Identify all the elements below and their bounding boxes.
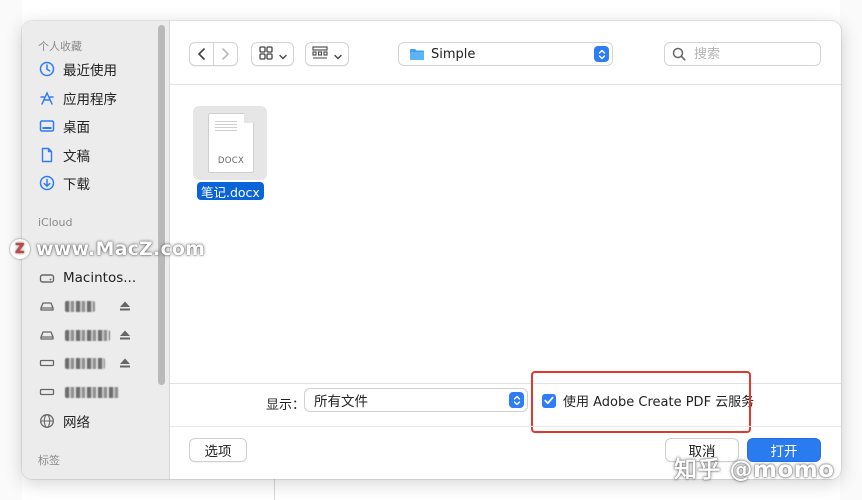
- download-icon: [38, 174, 56, 192]
- clock-icon: [38, 60, 56, 78]
- sidebar-item-applications[interactable]: 应用程序: [38, 87, 156, 109]
- chevron-down-icon: [278, 45, 287, 64]
- show-label: 显示：: [266, 398, 306, 413]
- file-type-value: 所有文件: [314, 394, 368, 410]
- watermark-text: www.MacZ.com: [36, 238, 206, 260]
- file-extension: DOCX: [217, 156, 245, 166]
- annotation-highlight-box: [531, 371, 751, 433]
- sidebar-item-label: 文稿: [63, 149, 90, 165]
- grid-view-icon: [258, 45, 273, 64]
- location-popup[interactable]: Simple: [398, 42, 613, 66]
- sidebar-item-macintosh-hd[interactable]: Macintos...: [38, 267, 156, 289]
- page-lines: [215, 121, 237, 131]
- background-divider: [274, 478, 275, 500]
- eject-icon[interactable]: [119, 357, 131, 369]
- options-button[interactable]: 选项: [189, 438, 247, 462]
- watermark-zhihu: 知乎 @momo: [674, 457, 835, 483]
- sidebar-item-network[interactable]: 网络: [38, 410, 156, 432]
- blurred-drive-name: [65, 386, 119, 398]
- nav-back-forward: [189, 42, 238, 66]
- disk-icon: [38, 354, 56, 372]
- search-icon: [672, 47, 686, 61]
- applications-icon: [38, 89, 56, 107]
- sidebar-item-downloads[interactable]: 下载: [38, 172, 156, 194]
- chevron-right-icon[interactable]: [214, 48, 237, 60]
- desktop-icon: [38, 117, 56, 135]
- docx-file-icon[interactable]: DOCX: [208, 113, 254, 173]
- drive-icon: [38, 269, 56, 287]
- group-icon: [312, 45, 328, 64]
- sidebar-item-recents[interactable]: 最近使用: [38, 58, 156, 80]
- chevron-down-icon: [334, 45, 342, 64]
- search-input[interactable]: [692, 45, 806, 63]
- sidebar-item-label: 应用程序: [63, 92, 117, 108]
- background-strip-right: [840, 0, 862, 500]
- sidebar-item-label: 网络: [63, 415, 90, 431]
- sidebar-section-tags: 标签: [38, 454, 60, 467]
- watermark-macz: Z www.MacZ.com: [10, 238, 205, 260]
- sidebar-item-desktop[interactable]: 桌面: [38, 115, 156, 137]
- eject-icon[interactable]: [119, 329, 131, 341]
- search-field[interactable]: [664, 42, 821, 66]
- folder-icon: [409, 48, 425, 61]
- group-by-button[interactable]: [305, 42, 349, 66]
- page-fold: [244, 113, 254, 123]
- file-type-popup[interactable]: 所有文件: [304, 388, 528, 412]
- sidebar-section-favorites: 个人收藏: [38, 40, 82, 53]
- external-drive-icon: [38, 297, 56, 315]
- sidebar-item-label: 桌面: [63, 120, 90, 136]
- sidebar-item-external-drive-2[interactable]: [38, 324, 156, 346]
- disk-icon: [38, 383, 56, 401]
- sidebar-section-icloud: iCloud: [38, 216, 73, 229]
- macz-logo-icon: Z: [10, 239, 30, 259]
- sidebar-item-disk-2[interactable]: [38, 381, 156, 403]
- file-name-label[interactable]: 笔记.docx: [197, 182, 264, 200]
- external-drive-icon: [38, 326, 56, 344]
- document-icon: [38, 146, 56, 164]
- location-label: Simple: [431, 46, 476, 62]
- sidebar-item-disk-1[interactable]: [38, 352, 156, 374]
- blurred-drive-name: [65, 357, 105, 369]
- eject-icon[interactable]: [119, 300, 131, 312]
- sidebar-item-label: Macintos...: [63, 270, 137, 286]
- view-mode-button[interactable]: [251, 42, 294, 66]
- sidebar-item-external-drive-1[interactable]: [38, 295, 156, 317]
- up-down-chevron-icon: [509, 392, 524, 408]
- up-down-chevron-icon: [594, 46, 609, 62]
- blurred-drive-name: [65, 300, 95, 312]
- sidebar-item-label: 最近使用: [63, 63, 117, 79]
- blurred-drive-name: [65, 329, 110, 341]
- sidebar-scrollbar[interactable]: [158, 25, 165, 385]
- sidebar-item-documents[interactable]: 文稿: [38, 144, 156, 166]
- sidebar-item-label: 下载: [63, 177, 90, 193]
- chevron-left-icon[interactable]: [190, 48, 213, 60]
- toolbar-divider: [170, 84, 841, 85]
- button-bar-divider: [170, 426, 841, 427]
- globe-icon: [38, 412, 56, 430]
